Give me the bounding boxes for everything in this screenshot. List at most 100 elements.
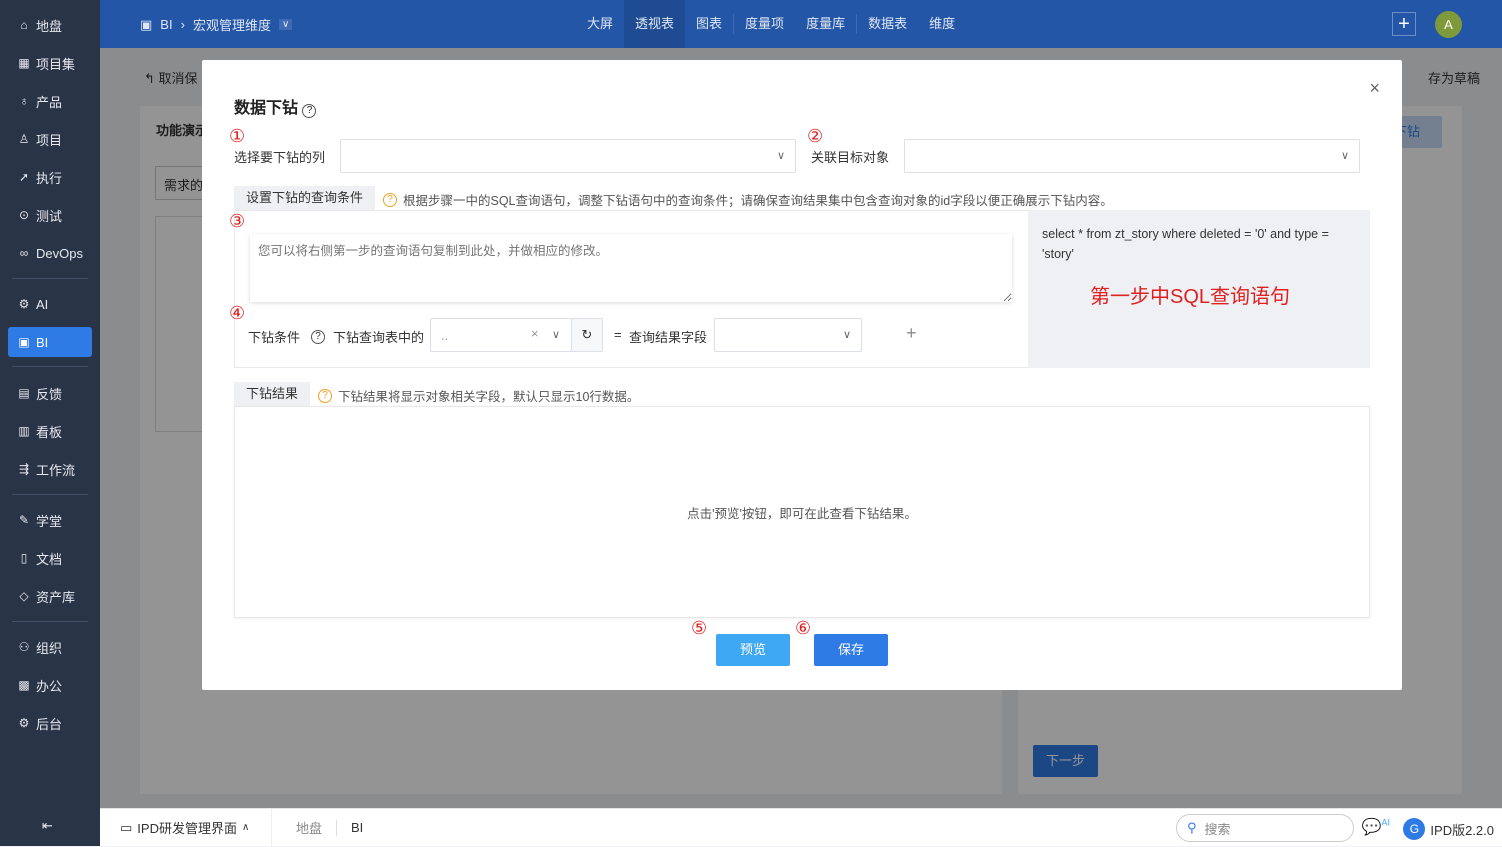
nav-screen[interactable]: 大屏 xyxy=(576,0,624,48)
step-number-1: ① xyxy=(229,126,246,146)
help-icon[interactable]: ? xyxy=(311,329,325,344)
step-number-6: ⑥ xyxy=(795,618,812,638)
step-number-4: ④ xyxy=(229,303,246,323)
ai-chat-icon[interactable]: 💬AI xyxy=(1362,817,1390,837)
drill-table-field-select[interactable]: .. × ∨ xyxy=(430,318,572,352)
sidebar-item-label: 执行 xyxy=(36,170,63,186)
equals-sign: = xyxy=(614,327,622,342)
sidebar-item-label: 看板 xyxy=(36,424,63,440)
sidebar-item-label: 测试 xyxy=(36,208,63,224)
sidebar-item-16[interactable]: ▩ 办公 xyxy=(8,670,92,700)
robot-icon: ⚙ xyxy=(18,297,30,311)
sidebar-item-15[interactable]: ⚇ 组织 xyxy=(8,632,92,662)
modal-title: 数据下钻 ? xyxy=(234,94,317,118)
collapse-icon[interactable]: ⇤ xyxy=(42,818,53,834)
preview-button[interactable]: 预览 xyxy=(716,634,790,666)
sidebar-item-17[interactable]: ⚙ 后台 xyxy=(8,708,92,738)
step-number-3: ③ xyxy=(229,211,246,231)
result-tab: 下钻结果 xyxy=(234,382,311,406)
add-condition-icon[interactable]: + xyxy=(906,323,917,344)
nav-metric[interactable]: 度量项 xyxy=(734,0,795,48)
sidebar-item-label: 反馈 xyxy=(36,386,63,402)
breadcrumb-bi[interactable]: BI xyxy=(160,17,172,32)
sidebar-item-14[interactable]: ◇ 资产库 xyxy=(8,581,92,611)
chevron-down-icon: ∨ xyxy=(1340,150,1349,162)
help-icon: ? xyxy=(383,192,397,207)
add-button[interactable]: + xyxy=(1392,12,1416,36)
chevron-right-icon: › xyxy=(180,17,185,32)
result-field-select[interactable]: ∨ xyxy=(714,318,862,352)
lightbulb-icon: ♁ xyxy=(19,94,29,108)
condition-help: ? 下钻查询表中的 xyxy=(311,327,424,346)
close-icon[interactable]: × xyxy=(1369,78,1380,99)
sidebar-item-5[interactable]: ⊙ 测试 xyxy=(8,200,92,230)
bi-icon: ▣ xyxy=(140,16,153,32)
result-area: 点击'预览'按钮，即可在此查看下钻结果。 xyxy=(234,406,1370,618)
top-bar: ▣ BI › 宏观管理维度 ∨ 大屏 透视表 图表 度量项 度量库 数据表 维度… xyxy=(100,0,1502,48)
sidebar-divider xyxy=(12,366,88,367)
refresh-button[interactable]: ↻ xyxy=(571,318,603,352)
target-select[interactable]: ∨ xyxy=(904,139,1360,173)
avatar[interactable]: A xyxy=(1435,11,1462,38)
save-button[interactable]: 保存 xyxy=(814,634,888,666)
target-label: 关联目标对象 xyxy=(811,150,890,165)
sidebar-divider xyxy=(12,494,88,495)
chevron-down-icon[interactable]: ∨ xyxy=(278,19,293,30)
sql-panel: select * from zt_story where deleted = '… xyxy=(1028,210,1370,368)
gear-icon: ⚙ xyxy=(18,716,30,730)
sidebar-item-12[interactable]: ✎ 学堂 xyxy=(8,505,92,535)
query-condition-tab: 设置下钻的查询条件 xyxy=(234,186,376,210)
sidebar-item-4[interactable]: ➚ 执行 xyxy=(8,162,92,192)
nav-chart[interactable]: 图表 xyxy=(685,0,733,48)
search-input[interactable]: ⚲ 搜索 xyxy=(1176,814,1354,842)
sidebar-divider xyxy=(12,621,88,622)
clear-icon[interactable]: × xyxy=(531,326,539,341)
sidebar-item-9[interactable]: ▤ 反馈 xyxy=(8,378,92,408)
nav-metric-lib[interactable]: 度量库 xyxy=(795,0,856,48)
sidebar-item-label: 工作流 xyxy=(36,462,76,478)
sidebar-item-label: AI xyxy=(36,296,49,312)
sidebar-item-0[interactable]: ⌂ 地盘 xyxy=(8,10,92,40)
divider xyxy=(336,819,338,836)
column-select[interactable]: ∨ xyxy=(340,139,796,173)
column-label: 选择要下钻的列 xyxy=(234,150,326,165)
crumb-bi[interactable]: BI xyxy=(351,820,363,835)
sidebar-item-6[interactable]: ∞ DevOps xyxy=(8,238,92,268)
kanban-icon: ▥ xyxy=(18,424,30,438)
sidebar-item-13[interactable]: ▯ 文档 xyxy=(8,543,92,573)
nav-dimension[interactable]: 维度 xyxy=(918,0,966,48)
search-icon: ⚲ xyxy=(1187,820,1197,835)
diamond-icon: ◇ xyxy=(19,589,29,603)
nav-datatable[interactable]: 数据表 xyxy=(857,0,918,48)
sidebar-item-label: 项目 xyxy=(36,132,63,148)
nav-pivot[interactable]: 透视表 xyxy=(624,0,686,48)
sidebar-item-8[interactable]: ▣ BI xyxy=(8,327,92,357)
refresh-icon: ↻ xyxy=(581,327,593,342)
result-hint: ? 下钻结果将显示对象相关字段，默认只显示10行数据。 xyxy=(318,386,639,405)
breadcrumb-dimension[interactable]: 宏观管理维度 xyxy=(193,15,271,34)
chevron-down-icon: ∨ xyxy=(552,329,561,341)
sidebar-item-2[interactable]: ♁ 产品 xyxy=(8,86,92,116)
crumb-home[interactable]: 地盘 xyxy=(296,818,322,837)
app-switcher[interactable]: ▭ IPD研发管理界面 ∧ xyxy=(100,808,272,847)
drilldown-modal: 数据下钻 ? × ① 选择要下钻的列 ∨ ② 关联目标对象 ∨ 设置下钻的查询条… xyxy=(202,60,1402,690)
help-icon[interactable]: ? xyxy=(302,104,317,118)
doc-icon: ▯ xyxy=(20,551,28,565)
sidebar-item-1[interactable]: ▦ 项目集 xyxy=(8,48,92,78)
sidebar-item-3[interactable]: ♙ 项目 xyxy=(8,124,92,154)
sidebar-item-11[interactable]: ⇶ 工作流 xyxy=(8,454,92,484)
result-empty-text: 点击'预览'按钮，即可在此查看下钻结果。 xyxy=(687,507,917,521)
logo-icon: G xyxy=(1403,818,1426,840)
sidebar-item-label: 组织 xyxy=(36,640,63,656)
result-field-label: 查询结果字段 xyxy=(629,330,708,345)
query-textarea[interactable] xyxy=(250,234,1012,302)
version-info: G IPD版2.2.0 xyxy=(1403,818,1494,840)
chevron-down-icon: ∨ xyxy=(842,329,851,341)
sidebar-item-label: 地盘 xyxy=(36,18,63,34)
test-icon: ⊙ xyxy=(18,208,30,222)
step-number-2: ② xyxy=(807,126,824,146)
sidebar-item-label: BI xyxy=(36,334,49,350)
sidebar-item-7[interactable]: ⚙ AI xyxy=(8,289,92,319)
query-hint: ? 根据步骤一中的SQL查询语句，调整下钻语句中的查询条件；请确保查询结果集中包含… xyxy=(383,190,1113,209)
sidebar-item-10[interactable]: ▥ 看板 xyxy=(8,416,92,446)
